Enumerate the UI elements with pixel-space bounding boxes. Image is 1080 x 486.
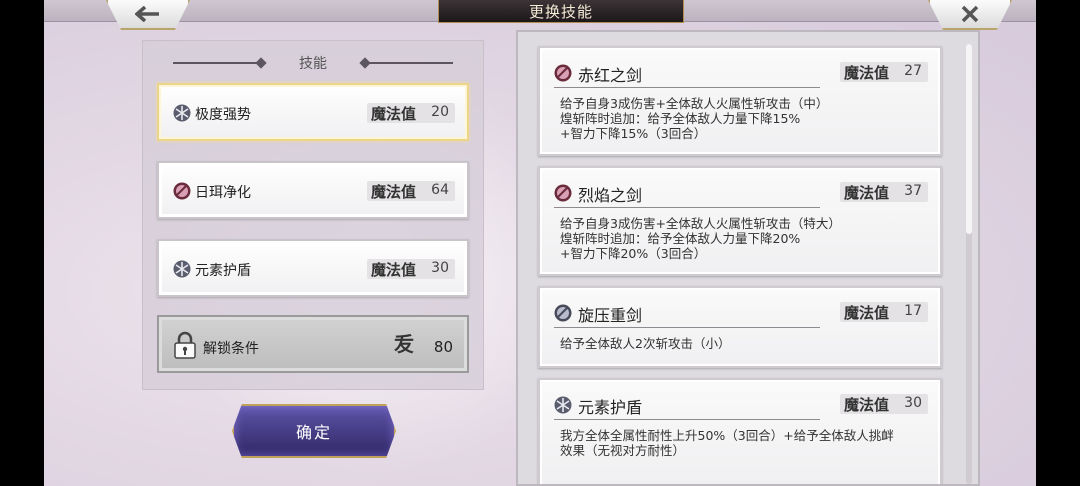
snowflake-icon: [173, 104, 191, 122]
mp-label: 魔法值: [371, 183, 417, 201]
mp-cost: 魔法值 64: [367, 181, 455, 201]
mp-value: 20: [431, 104, 449, 120]
scrollbar-thumb[interactable]: [966, 44, 972, 234]
equipped-slot-3[interactable]: 元素护盾 魔法值 30: [157, 239, 469, 297]
arrow-left-icon: [135, 6, 159, 22]
mp-label: 魔法值: [844, 304, 890, 322]
confirm-button[interactable]: 确定: [232, 404, 396, 458]
lock-icon: [174, 331, 196, 359]
mp-cost: 魔法值 27: [840, 62, 928, 82]
mp-value: 64: [431, 182, 449, 198]
mp-cost: 魔法值 30: [367, 259, 455, 279]
grey-orb-icon: [554, 304, 572, 322]
skill-description: 给予自身3成伤害+全体敌人火属性斩攻击（特大） 煌斩阵时追加：给予全体敌人力量下…: [560, 216, 841, 261]
skill-name: 旋压重剑: [578, 306, 643, 325]
skill-name: 烈焰之剑: [578, 186, 643, 205]
snowflake-icon: [554, 396, 572, 414]
unlock-condition-label: 解锁条件: [203, 341, 259, 357]
unlock-condition-value: 80: [433, 338, 453, 356]
mp-value: 17: [904, 303, 922, 319]
unlock-rank-mark-icon: 叐: [394, 332, 414, 356]
slot-skill-name: 极度强势: [195, 107, 251, 123]
equipped-slot-2[interactable]: 日珥净化 魔法值 64: [157, 161, 469, 219]
card-divider: [554, 327, 820, 328]
slot-skill-name: 日珥净化: [195, 185, 251, 201]
red-orb-icon: [554, 184, 572, 202]
mp-value: 37: [904, 183, 922, 199]
mp-value: 30: [904, 395, 922, 411]
card-divider: [554, 207, 820, 208]
skill-card-4[interactable]: 元素护盾 魔法值 30 我方全体全属性耐性上升50%（3回合）+给予全体敌人挑衅…: [538, 378, 942, 484]
card-divider: [554, 419, 820, 420]
skill-description: 我方全体全属性耐性上升50%（3回合）+给予全体敌人挑衅 效果（无视对方耐性）: [560, 428, 894, 458]
locked-slot[interactable]: 解锁条件 叐 80: [157, 315, 469, 373]
mp-cost: 魔法值 20: [367, 103, 455, 123]
mp-label: 魔法值: [844, 184, 890, 202]
mp-value: 27: [904, 63, 922, 79]
mp-value: 30: [431, 260, 449, 276]
skill-card-1[interactable]: 赤红之剑 魔法值 27 给予自身3成伤害+全体敌人火属性斩攻击（中） 煌斩阵时追…: [538, 46, 942, 156]
close-button[interactable]: [928, 0, 1012, 30]
game-screen: 更换技能 技能 极度强势 魔法值 20 日珥净化 魔法值 64 元素护盾 魔法值…: [44, 0, 1036, 486]
card-divider: [554, 87, 820, 88]
mp-cost: 魔法值 37: [840, 182, 928, 202]
red-orb-icon: [554, 64, 572, 82]
slot-skill-name: 元素护盾: [195, 263, 251, 279]
page-title: 更换技能: [438, 0, 684, 23]
mp-label: 魔法值: [371, 261, 417, 279]
skill-description: 给予全体敌人2次斩攻击（小）: [560, 336, 731, 351]
close-icon: [961, 5, 979, 23]
red-orb-icon: [173, 182, 191, 200]
equipped-skills-panel: 技能 极度强势 魔法值 20 日珥净化 魔法值 64 元素护盾 魔法值 30 解…: [142, 40, 484, 390]
title-ornament-right: [363, 62, 453, 64]
mp-label: 魔法值: [844, 396, 890, 414]
mp-label: 魔法值: [844, 64, 890, 82]
back-button[interactable]: [106, 0, 190, 30]
skill-description: 给予自身3成伤害+全体敌人火属性斩攻击（中） 煌斩阵时追加：给予全体敌人力量下降…: [560, 96, 829, 141]
mp-cost: 魔法值 17: [840, 302, 928, 322]
snowflake-icon: [173, 260, 191, 278]
skill-name: 赤红之剑: [578, 66, 643, 85]
skill-card-3[interactable]: 旋压重剑 魔法值 17 给予全体敌人2次斩攻击（小）: [538, 286, 942, 368]
available-skills-list[interactable]: 赤红之剑 魔法值 27 给予自身3成伤害+全体敌人火属性斩攻击（中） 煌斩阵时追…: [516, 30, 980, 486]
equipped-slot-1[interactable]: 极度强势 魔法值 20: [157, 83, 469, 141]
mp-cost: 魔法值 30: [840, 394, 928, 414]
skill-name: 元素护盾: [578, 398, 643, 417]
skill-card-2[interactable]: 烈焰之剑 魔法值 37 给予自身3成伤害+全体敌人火属性斩攻击（特大） 煌斩阵时…: [538, 166, 942, 276]
mp-label: 魔法值: [371, 105, 417, 123]
scrollbar[interactable]: [966, 44, 972, 484]
